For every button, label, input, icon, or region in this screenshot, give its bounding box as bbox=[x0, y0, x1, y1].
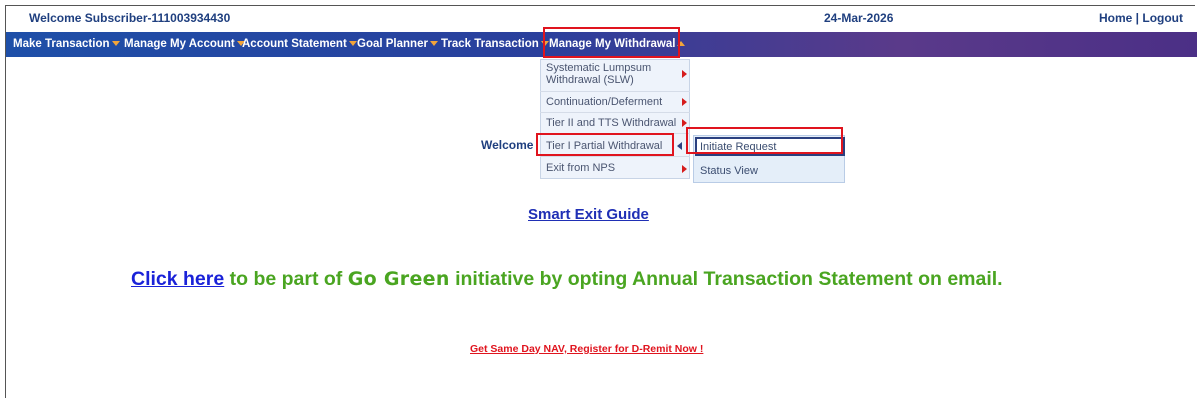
nav-label: Manage My Account bbox=[124, 38, 235, 50]
current-date: 24-Mar-2026 bbox=[824, 11, 894, 25]
chevron-left-icon bbox=[677, 142, 682, 150]
caret-down-icon bbox=[429, 41, 438, 47]
nav-label: Track Transaction bbox=[441, 38, 539, 50]
nav-goal-planner[interactable]: Goal Planner bbox=[357, 38, 438, 50]
welcome-message: Welcome bbox=[481, 138, 534, 152]
click-here-link[interactable]: Click here bbox=[131, 268, 224, 290]
chevron-right-icon bbox=[682, 165, 687, 173]
nav-make-transaction[interactable]: Make Transaction bbox=[13, 38, 120, 50]
chevron-right-icon bbox=[682, 70, 687, 78]
nav-label: Make Transaction bbox=[13, 38, 110, 50]
caret-down-icon bbox=[111, 41, 120, 47]
d-remit-link[interactable]: Get Same Day NAV, Register for D-Remit N… bbox=[470, 343, 703, 355]
go-green-banner: Click here to be part of Go Green initia… bbox=[131, 268, 1003, 291]
nav-track-transaction[interactable]: Track Transaction bbox=[441, 38, 549, 50]
welcome-subscriber: Welcome Subscriber-111003934430 bbox=[29, 11, 231, 25]
caret-down-icon bbox=[348, 41, 357, 47]
menu-item-exit-nps[interactable]: Exit from NPS bbox=[546, 162, 615, 174]
menu-item-slw[interactable]: Systematic Lumpsum Withdrawal (SLW) bbox=[546, 62, 676, 86]
go-green-brand: Go Green bbox=[347, 268, 450, 290]
menu-item-continuation[interactable]: Continuation/Deferment bbox=[546, 96, 662, 108]
nav-label: Goal Planner bbox=[357, 38, 428, 50]
home-logout-link[interactable]: Home | Logout bbox=[1099, 11, 1183, 25]
menu-divider bbox=[540, 112, 690, 113]
nav-manage-my-account[interactable]: Manage My Account bbox=[124, 38, 245, 50]
highlight-nav-withdrawal bbox=[543, 27, 680, 58]
nav-account-statement[interactable]: Account Statement bbox=[242, 38, 357, 50]
gogreen-text-post: initiative by opting Annual Transaction … bbox=[449, 268, 1003, 290]
submenu-status-view[interactable]: Status View bbox=[700, 165, 758, 177]
chevron-right-icon bbox=[682, 119, 687, 127]
highlight-tier1-partial bbox=[536, 133, 674, 156]
gogreen-text-pre: to be part of bbox=[224, 268, 348, 290]
menu-divider bbox=[540, 156, 690, 157]
chevron-right-icon bbox=[682, 98, 687, 106]
menu-item-tier2-tts[interactable]: Tier II and TTS Withdrawal bbox=[546, 117, 676, 129]
highlight-initiate-request bbox=[686, 127, 843, 154]
smart-exit-guide-link[interactable]: Smart Exit Guide bbox=[528, 206, 649, 223]
menu-divider bbox=[540, 91, 690, 92]
nav-label: Account Statement bbox=[242, 38, 347, 50]
